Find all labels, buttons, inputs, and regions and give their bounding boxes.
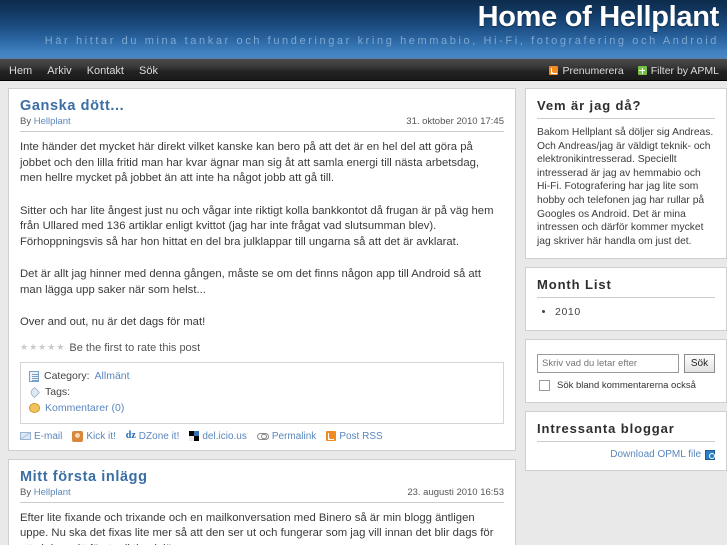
- widget-blogroll: Intressanta bloggar Download OPML file: [525, 411, 727, 472]
- widget-about-text: Bakom Hellplant så döljer sig Andreas. O…: [537, 127, 714, 247]
- mail-icon: [20, 432, 31, 440]
- comments-link[interactable]: Kommentarer (0): [45, 401, 124, 416]
- post-paragraph: Inte händer det mycket här direkt vilket…: [20, 141, 480, 184]
- share-delicious-link[interactable]: del.icio.us: [189, 430, 247, 442]
- month-list-item[interactable]: 2010: [555, 305, 715, 320]
- post-paragraph: Det är allt jag hinner med denna gången,…: [20, 268, 481, 296]
- opml-download-link[interactable]: Download OPML file: [610, 449, 701, 460]
- nav-item-arkiv[interactable]: Arkiv: [47, 65, 71, 77]
- widget-month-list-title: Month List: [537, 277, 715, 299]
- permalink-icon: [256, 432, 269, 440]
- blog-post: Ganska dött... By Hellplant 31. oktober …: [8, 88, 516, 451]
- widget-about-title: Vem är jag då?: [537, 98, 715, 119]
- subscribe-label: Prenumerera: [562, 64, 624, 77]
- widget-about: Vem är jag då? Bakom Hellplant så döljer…: [525, 88, 727, 260]
- star-icon[interactable]: ★: [38, 343, 46, 352]
- tag-icon: [28, 386, 41, 398]
- main-navigation-bar: Hem Arkiv Kontakt Sök Prenumerera Filter…: [0, 58, 727, 81]
- document-icon: [29, 370, 39, 382]
- rating-label: Be the first to rate this post: [69, 341, 201, 354]
- post-meta: By Hellplant 31. oktober 2010 17:45: [20, 116, 504, 132]
- share-kickit-label: Kick it!: [86, 430, 116, 442]
- dzone-icon: dz: [125, 430, 136, 441]
- star-icon[interactable]: ★: [29, 343, 37, 352]
- star-icon[interactable]: ★: [56, 343, 64, 352]
- month-list: 2010: [537, 305, 715, 320]
- search-button[interactable]: Sök: [684, 354, 715, 374]
- opml-download-row: Download OPML file: [537, 449, 715, 460]
- post-paragraph: Efter lite fixande och trixande och en m…: [20, 511, 494, 545]
- nav-item-kontakt[interactable]: Kontakt: [87, 65, 124, 77]
- search-comments-checkbox[interactable]: [539, 380, 550, 392]
- post-metabox: Category: Allmänt Tags: Kommentarer (0): [20, 361, 504, 424]
- widget-blogroll-title: Intressanta bloggar: [537, 421, 715, 443]
- post-author-line: By Hellplant: [20, 487, 71, 498]
- month-list-item-label: 2010: [555, 306, 581, 319]
- share-email-label: E-mail: [34, 430, 63, 442]
- post-date: 31. oktober 2010 17:45: [406, 116, 504, 127]
- post-date: 23. augusti 2010 16:53: [407, 486, 504, 498]
- post-share-links: E-mail Kick it! dz DZone it! del.icio.us…: [20, 430, 504, 442]
- search-row: Sök: [537, 354, 715, 374]
- share-postrss-link[interactable]: Post RSS: [326, 430, 383, 442]
- search-comments-label: Sök bland kommentarerna också: [557, 380, 696, 392]
- delicious-icon: [189, 431, 200, 441]
- share-postrss-label: Post RSS: [339, 430, 383, 442]
- post-paragraph: Over and out, nu är det dags för mat!: [20, 316, 206, 328]
- post-category-line: Category: Allmänt: [29, 369, 495, 384]
- sidebar: Vem är jag då? Bakom Hellplant så döljer…: [525, 88, 727, 545]
- post-body: Inte händer det mycket här direkt vilket…: [20, 140, 504, 331]
- share-email-link[interactable]: E-mail: [20, 431, 62, 442]
- share-dzone-label: DZone it!: [138, 430, 180, 442]
- post-paragraph: Sitter och har lite ångest just nu och v…: [20, 204, 494, 248]
- apml-icon: [637, 66, 647, 75]
- widget-search: Sök Sök bland kommentarerna också: [525, 339, 727, 404]
- apml-filter-link[interactable]: Filter by APML: [637, 64, 719, 77]
- post-author-line: By Hellplant: [20, 116, 71, 127]
- subscribe-link[interactable]: Prenumerera: [549, 64, 624, 77]
- rating-stars[interactable]: ★ ★ ★ ★ ★: [20, 343, 64, 352]
- by-label: By: [20, 116, 32, 127]
- post-tags-line: Tags:: [28, 385, 495, 400]
- site-title: Home of Hellplant: [477, 1, 720, 33]
- share-permalink-label: Permalink: [271, 430, 317, 442]
- star-icon[interactable]: ★: [47, 343, 55, 352]
- site-subtitle: Här hittar du mina tankar och funderinga…: [44, 35, 719, 47]
- post-comments-line: Kommentarer (0): [29, 401, 495, 416]
- post-meta: By Hellplant 23. augusti 2010 16:53: [20, 487, 504, 503]
- nav-item-sok[interactable]: Sök: [139, 65, 158, 77]
- site-header: Home of Hellplant Här hittar du mina tan…: [0, 0, 727, 58]
- content-column: Ganska dött... By Hellplant 31. oktober …: [8, 88, 516, 545]
- secondary-nav-links: Prenumerera Filter by APML: [549, 59, 719, 82]
- share-delicious-label: del.icio.us: [202, 430, 247, 442]
- post-author-link[interactable]: Hellplant: [34, 116, 71, 127]
- opml-icon[interactable]: [705, 449, 715, 460]
- apml-filter-label: Filter by APML: [650, 64, 719, 77]
- share-dzone-link[interactable]: dz DZone it!: [126, 431, 180, 442]
- blog-post: Mitt första inlägg By Hellplant 23. augu…: [8, 458, 516, 545]
- post-body: Efter lite fixande och trixande och en m…: [20, 511, 504, 545]
- nav-item-hem[interactable]: Hem: [9, 65, 32, 77]
- page-body: Ganska dött... By Hellplant 31. oktober …: [0, 81, 727, 545]
- category-label: Category:: [44, 369, 90, 382]
- rss-icon: [326, 431, 337, 441]
- comment-bubble-icon: [29, 403, 40, 413]
- tags-label: Tags:: [45, 385, 71, 398]
- rss-icon: [549, 66, 559, 75]
- post-title[interactable]: Ganska dött...: [20, 98, 504, 115]
- primary-nav-links: Hem Arkiv Kontakt Sök: [9, 59, 158, 82]
- category-link[interactable]: Allmänt: [95, 369, 130, 384]
- search-comments-option[interactable]: Sök bland kommentarerna också: [537, 380, 715, 392]
- share-kickit-link[interactable]: Kick it!: [72, 430, 116, 442]
- post-author-link[interactable]: Hellplant: [34, 487, 71, 498]
- kick-it-icon: [72, 430, 84, 442]
- post-title[interactable]: Mitt första inlägg: [20, 469, 504, 486]
- widget-month-list: Month List 2010: [525, 267, 727, 332]
- share-permalink-link[interactable]: Permalink: [256, 430, 317, 442]
- star-icon[interactable]: ★: [20, 343, 28, 352]
- search-input[interactable]: [537, 354, 679, 374]
- post-rating[interactable]: ★ ★ ★ ★ ★ Be the first to rate this post: [20, 342, 504, 354]
- by-label: By: [20, 486, 32, 498]
